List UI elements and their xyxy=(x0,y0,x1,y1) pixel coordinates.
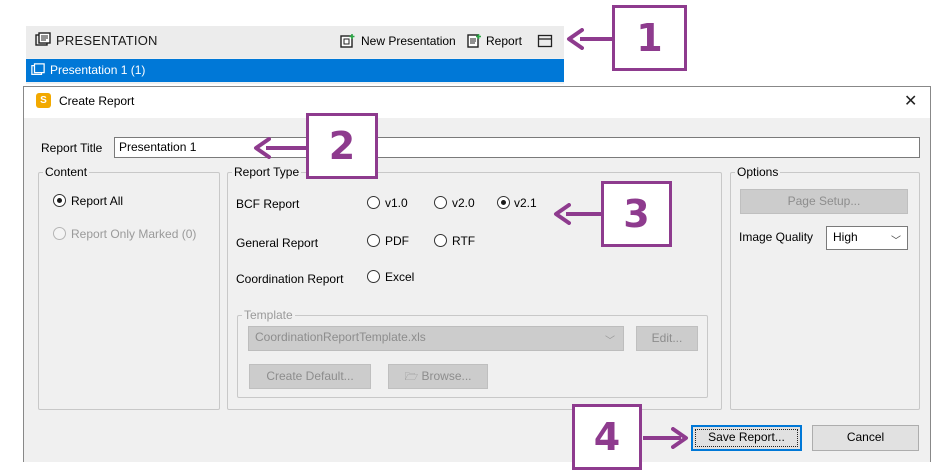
bcf-v21-label[interactable]: v2.1 xyxy=(514,196,537,210)
report-only-marked-label[interactable]: Report Only Marked (0) xyxy=(71,227,196,241)
presentation-item-label: Presentation 1 (1) xyxy=(50,63,146,77)
template-select-value: CoordinationReportTemplate.xls xyxy=(255,330,426,344)
callout-4-arrowhead xyxy=(671,427,688,449)
bcf-report-label: BCF Report xyxy=(236,197,300,211)
app-icon: S xyxy=(36,93,51,108)
report-all-label[interactable]: Report All xyxy=(71,194,123,208)
callout-2-arrowhead xyxy=(254,137,271,159)
template-edit-button[interactable]: Edit... xyxy=(636,326,698,351)
report-only-marked-radio[interactable] xyxy=(53,227,66,240)
bcf-v1-label[interactable]: v1.0 xyxy=(385,196,408,210)
callout-3-arrowhead xyxy=(554,203,571,225)
chevron-down-icon: ﹀ xyxy=(605,336,615,347)
image-quality-select[interactable]: High ﹀ xyxy=(826,226,908,250)
report-all-radio[interactable] xyxy=(53,194,66,207)
callout-2-arrow xyxy=(266,146,306,150)
report-title-input[interactable]: Presentation 1 xyxy=(114,137,920,158)
pdf-radio[interactable] xyxy=(367,234,380,247)
callout-1-arrowhead xyxy=(567,28,584,50)
new-presentation-icon xyxy=(340,34,355,48)
rtf-radio[interactable] xyxy=(434,234,447,247)
options-group-label: Options xyxy=(735,165,781,179)
excel-radio[interactable] xyxy=(367,270,380,283)
create-default-button[interactable]: Create Default... xyxy=(249,364,371,389)
template-select[interactable]: CoordinationReportTemplate.xls ﹀ xyxy=(248,326,624,351)
image-quality-label: Image Quality xyxy=(739,230,814,244)
bcf-v21-radio[interactable] xyxy=(497,196,510,209)
panel-layout-icon[interactable] xyxy=(537,33,553,49)
folder-icon: 🗁 xyxy=(404,371,419,383)
callout-2: 2 xyxy=(306,113,378,179)
pdf-label[interactable]: PDF xyxy=(385,234,409,248)
chevron-down-icon: ﹀ xyxy=(891,236,901,247)
general-report-label: General Report xyxy=(236,236,319,250)
close-icon[interactable]: ✕ xyxy=(904,91,917,111)
template-group-label: Template xyxy=(242,308,295,322)
presentation-icon xyxy=(35,32,51,46)
bcf-v1-radio[interactable] xyxy=(367,196,380,209)
callout-4: 4 xyxy=(572,404,642,470)
bcf-v2-radio[interactable] xyxy=(434,196,447,209)
excel-label[interactable]: Excel xyxy=(385,270,414,284)
new-presentation-label: New Presentation xyxy=(361,34,456,48)
content-group xyxy=(38,172,220,410)
report-label: Report xyxy=(486,34,523,48)
cancel-button[interactable]: Cancel xyxy=(812,425,919,451)
report-title-label: Report Title xyxy=(41,141,103,155)
dialog-titlebar xyxy=(24,87,930,118)
page-setup-button[interactable]: Page Setup... xyxy=(740,189,908,214)
image-quality-value: High xyxy=(833,230,858,244)
content-group-label: Content xyxy=(43,165,90,179)
callout-3: 3 xyxy=(601,181,672,247)
callout-3-arrow xyxy=(566,212,602,216)
rtf-label[interactable]: RTF xyxy=(452,234,475,248)
panel-title: PRESENTATION xyxy=(56,33,158,48)
save-report-button[interactable]: Save Report... xyxy=(691,425,802,451)
report-type-group-label: Report Type xyxy=(232,165,302,179)
browse-button[interactable]: 🗁 Browse... xyxy=(388,364,488,389)
report-icon xyxy=(467,34,481,48)
presentation-item-icon xyxy=(31,63,45,75)
callout-1: 1 xyxy=(612,5,687,71)
coordination-report-label: Coordination Report xyxy=(236,272,344,286)
callout-1-arrow xyxy=(580,37,612,41)
bcf-v2-label[interactable]: v2.0 xyxy=(452,196,475,210)
dialog-title: Create Report xyxy=(59,94,135,108)
browse-label: Browse... xyxy=(421,369,472,383)
